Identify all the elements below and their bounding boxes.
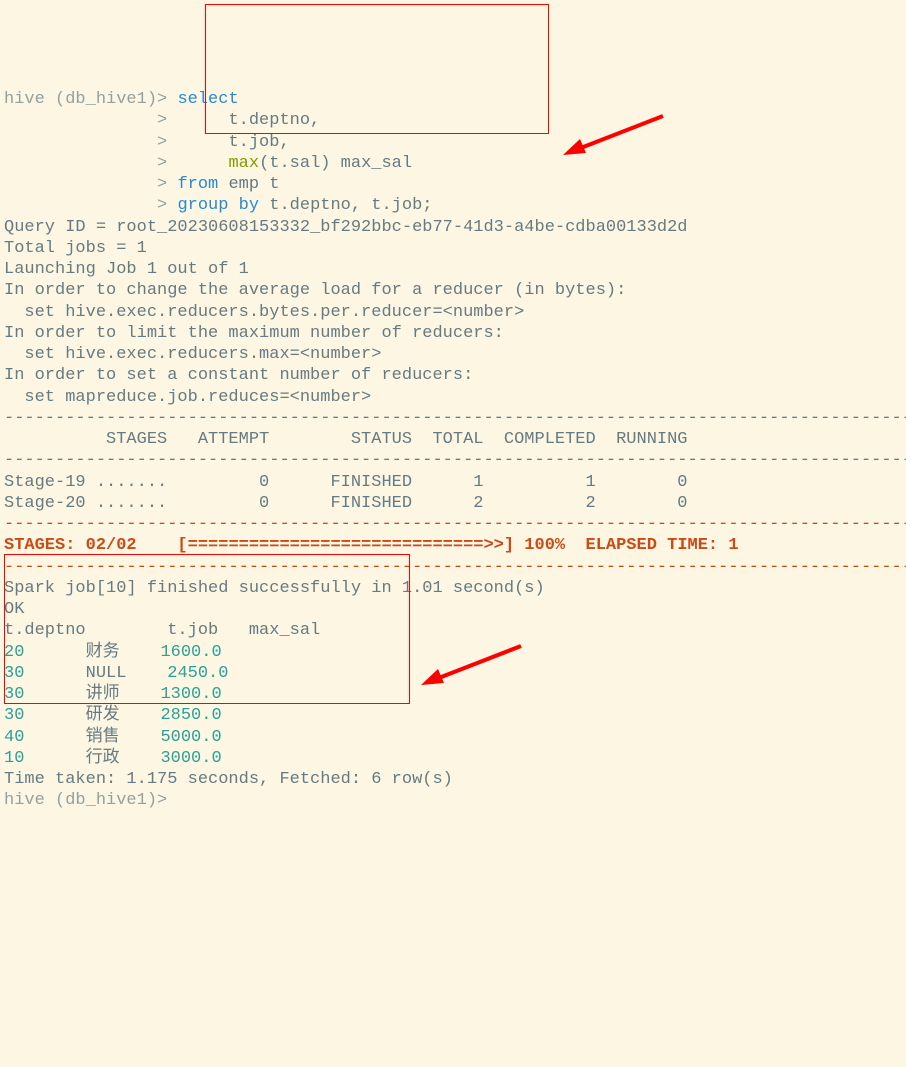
orange-divider: ----------------------------------------…	[4, 514, 902, 535]
set-line: set hive.exec.reducers.max=<number>	[4, 344, 902, 365]
divider: ----------------------------------------…	[4, 450, 902, 471]
result-row: 40 销售 5000.0	[4, 727, 902, 748]
result-row: 30 NULL 2450.0	[4, 663, 902, 684]
result-row: 10 行政 3000.0	[4, 748, 902, 769]
kw-group: group	[177, 196, 228, 215]
cont-prompt: >	[4, 111, 177, 130]
total-jobs: Total jobs = 1	[4, 238, 902, 259]
query-col: t.job,	[177, 133, 289, 152]
result-row: 30 讲师 1300.0	[4, 684, 902, 705]
orange-divider: ----------------------------------------…	[4, 557, 902, 578]
kw-by: by	[239, 196, 259, 215]
stage-row: Stage-19 ....... 0 FINISHED 1 1 0	[4, 472, 902, 493]
result-row: 30 研发 2850.0	[4, 705, 902, 726]
info-line: In order to limit the maximum number of …	[4, 323, 902, 344]
set-line: set hive.exec.reducers.bytes.per.reducer…	[4, 302, 902, 323]
query-col: t.deptno,	[177, 111, 320, 130]
cont-prompt: >	[4, 175, 177, 194]
info-line: In order to change the average load for …	[4, 280, 902, 301]
cont-prompt: >	[4, 133, 177, 152]
time-taken: Time taken: 1.175 seconds, Fetched: 6 ro…	[4, 769, 902, 790]
launching-job: Launching Job 1 out of 1	[4, 259, 902, 280]
prompt: hive (db_hive1)>	[4, 90, 167, 109]
ok-line: OK	[4, 599, 902, 620]
cont-prompt: >	[4, 196, 177, 215]
query-grp: t.deptno, t.job;	[259, 196, 432, 215]
terminal-output: hive (db_hive1)> select > t.deptno, > t.…	[4, 89, 902, 812]
result-row: 20 财务 1600.0	[4, 642, 902, 663]
kw-select: select	[177, 90, 238, 109]
info-line: In order to set a constant number of red…	[4, 365, 902, 386]
query-tbl: emp t	[218, 175, 279, 194]
set-line: set mapreduce.job.reduces=<number>	[4, 387, 902, 408]
query-id-value: root_20230608153332_bf292bbc-eb77-41d3-a…	[116, 218, 687, 237]
result-header: t.deptno t.job max_sal	[4, 620, 902, 641]
stages-header: STAGES ATTEMPT STATUS TOTAL COMPLETED RU…	[4, 429, 902, 450]
spark-done: Spark job[10] finished successfully in 1…	[4, 578, 902, 599]
query-agg: (t.sal) max_sal	[259, 154, 412, 173]
prompt-end: hive (db_hive1)>	[4, 790, 902, 811]
kw-max: max	[228, 154, 259, 173]
stages-progress-bar: [=============================>>] 100% E…	[137, 536, 739, 555]
query-id-label: Query ID =	[4, 218, 116, 237]
cont-prompt: >	[4, 154, 177, 173]
stage-row: Stage-20 ....... 0 FINISHED 2 2 0	[4, 493, 902, 514]
divider: ----------------------------------------…	[4, 408, 902, 429]
stages-progress-label: STAGES: 02/02	[4, 536, 137, 555]
kw-from: from	[177, 175, 218, 194]
